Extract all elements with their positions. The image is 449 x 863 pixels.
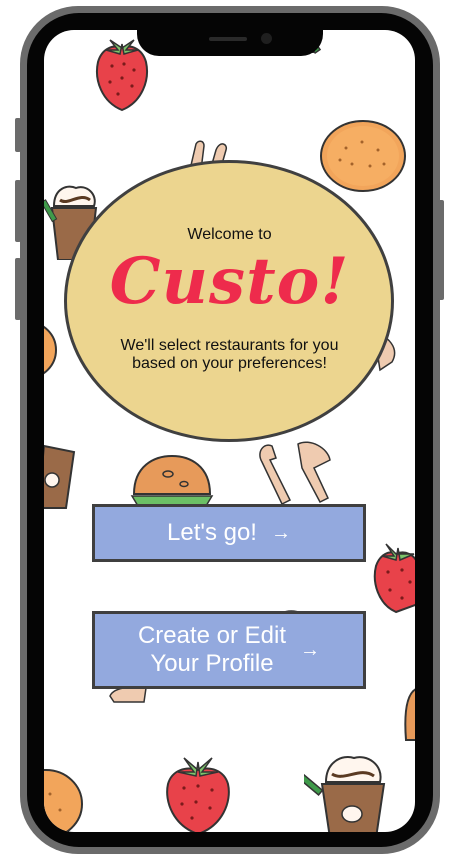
phone-notch (137, 30, 323, 56)
frappe-cup-icon (304, 756, 386, 832)
burger-icon (404, 688, 415, 741)
utensils-icon (259, 441, 331, 504)
lets-go-button[interactable]: Let's go! → (92, 504, 366, 562)
tagline-line-2: based on your preferences! (132, 355, 327, 372)
front-camera (261, 33, 272, 44)
cookie-icon (44, 769, 83, 832)
phone-power-button (438, 200, 444, 300)
cookie-icon (320, 120, 406, 192)
strawberry-icon (166, 757, 230, 832)
welcome-heading: Welcome to (187, 226, 272, 243)
tagline: We'll select restaurants for you based o… (44, 337, 415, 373)
phone-mute-switch (15, 118, 21, 152)
tagline-line-1: We'll select restaurants for you (120, 337, 339, 354)
speaker-grille (209, 37, 247, 41)
arrow-right-icon: → (300, 639, 321, 661)
strawberry-icon (373, 543, 415, 614)
app-logo: Custo! (109, 244, 350, 319)
coffee-cup-icon (44, 444, 76, 509)
create-edit-profile-label: Create or Edit Your Profile (137, 622, 287, 677)
app-screen: Welcome to Custo! We'll select restauran… (44, 30, 415, 832)
phone-volume-down-button (15, 258, 21, 320)
phone-volume-up-button (15, 180, 21, 242)
lets-go-label: Let's go! (167, 519, 257, 546)
create-edit-profile-button[interactable]: Create or Edit Your Profile → (92, 611, 366, 689)
arrow-right-icon: → (270, 521, 291, 544)
